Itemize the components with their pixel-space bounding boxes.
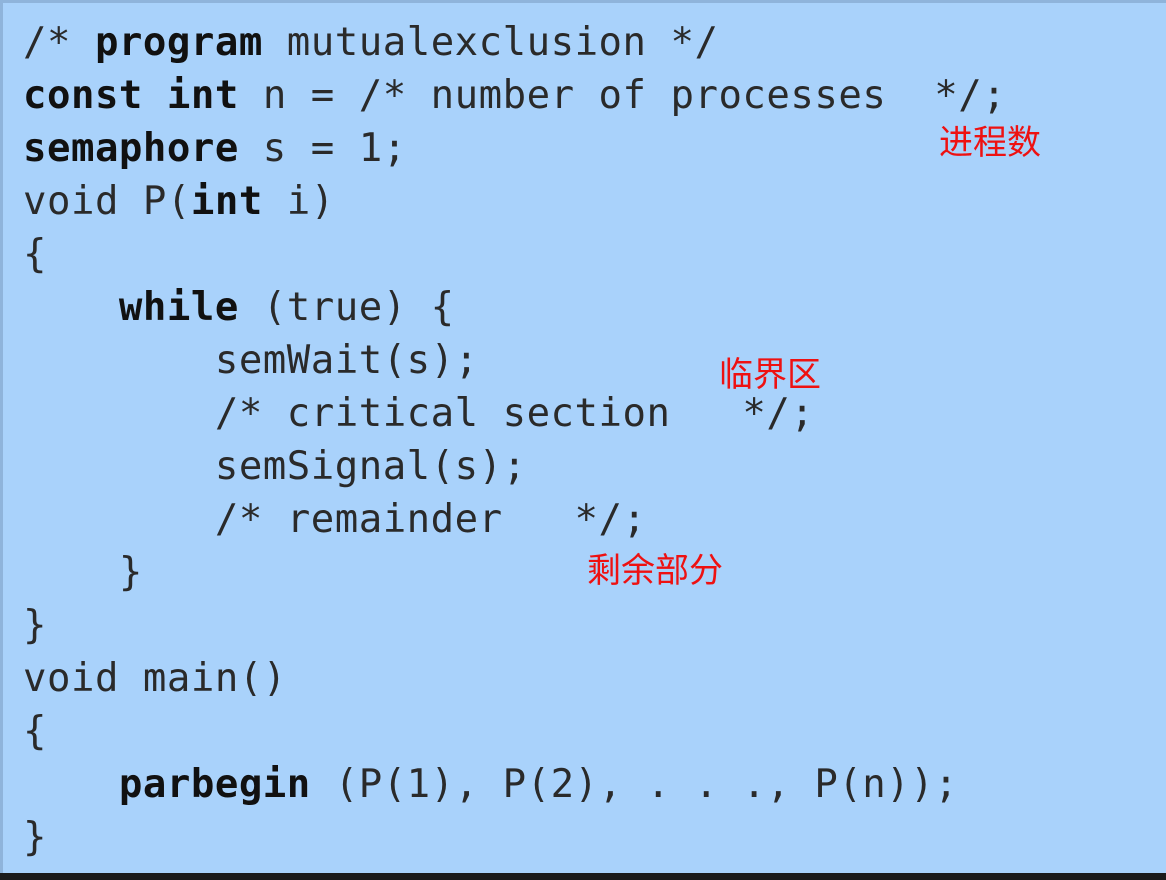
annotation-process-count: 进程数 — [939, 123, 1041, 163]
bottom-border — [0, 873, 1166, 880]
keyword-int-param: int — [190, 179, 263, 224]
parbegin-args: (P(1), P(2), . . ., P(n)); — [310, 762, 959, 807]
code-line-open-brace-p: { — [23, 232, 47, 277]
code-line-close-p: } — [23, 603, 47, 648]
code-line-program-comment: /* program mutualexclusion */ — [23, 17, 718, 69]
code-line-parbegin: parbegin (P(1), P(2), . . ., P(n)); — [23, 759, 958, 811]
while-condition: (true) { — [238, 285, 455, 330]
code-line-semsignal: semSignal(s); — [23, 444, 527, 489]
void-p-open: void P( — [23, 179, 191, 224]
comment-open: /* — [23, 20, 95, 65]
code-line-semwait: semWait(s); — [23, 338, 479, 383]
program-name: mutualexclusion */ — [262, 20, 719, 65]
code-line-remainder: /* remainder */; — [23, 497, 647, 542]
code-line-close-while: } — [23, 550, 143, 595]
keyword-parbegin: parbegin — [118, 762, 311, 807]
keyword-int: int — [166, 73, 239, 118]
code-line-close-main: } — [23, 815, 47, 860]
annotation-remainder: 剩余部分 — [587, 551, 723, 591]
code-line-void-p: void P(int i) — [23, 176, 335, 228]
code-line-open-brace-main: { — [23, 709, 47, 754]
code-line-void-main: void main() — [23, 656, 287, 701]
code-panel: /* program mutualexclusion */ const int … — [0, 0, 1166, 873]
code-line-critical-section: /* critical section */; — [23, 391, 815, 436]
code-line-while: while (true) { — [23, 282, 455, 334]
code-line-const-n: const int n = /* number of processes */; — [23, 70, 1006, 122]
annotation-critical-section: 临界区 — [719, 355, 821, 395]
code-line-semaphore: semaphore s = 1; — [23, 123, 407, 175]
keyword-program: program — [94, 20, 263, 65]
const-n-rest: n = /* number of processes */; — [238, 73, 1007, 118]
keyword-while: while — [118, 285, 239, 330]
keyword-const: const — [23, 73, 143, 118]
keyword-semaphore: semaphore — [23, 126, 239, 171]
semaphore-decl: s = 1; — [238, 126, 407, 171]
param-i: i) — [262, 179, 335, 224]
